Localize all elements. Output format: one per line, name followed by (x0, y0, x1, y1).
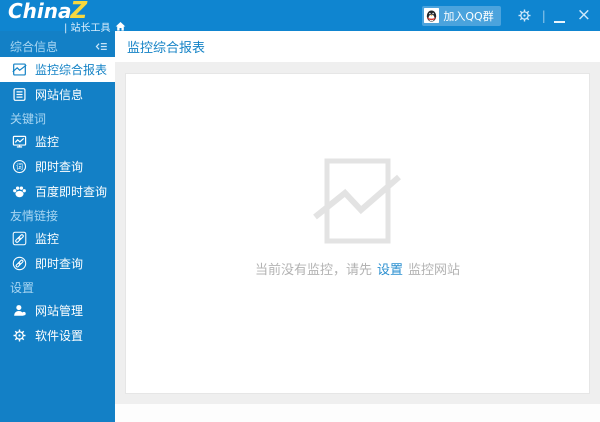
sidebar-item-baidu-query[interactable]: 百度即时查询 (0, 179, 115, 204)
minimize-button[interactable] (553, 9, 577, 23)
empty-hint-text: 当前没有监控，请先 设置 监控网站 (255, 259, 460, 278)
sidebar-item-label: 监控综合报表 (35, 63, 108, 77)
window-body: 综合信息 监控综合报表 网站信息 关键词 监控 词 即时查询 百度即时查询 友情… (0, 31, 600, 422)
join-qq-group-label: 加入QQ群 (443, 9, 494, 23)
sidebar-section-keywords: 关键词 (0, 107, 115, 129)
setup-link[interactable]: 设置 (377, 263, 403, 278)
word-circle-icon: 词 (12, 159, 27, 174)
sidebar-item-label: 即时查询 (35, 257, 84, 271)
document-icon (12, 87, 27, 102)
sidebar-item-keyword-monitor[interactable]: 监控 (0, 129, 115, 154)
chart-icon (12, 62, 27, 77)
main-area: 监控综合报表 当前没有监控，请先 设置 监控网站 (115, 31, 600, 422)
sidebar-item-site-info[interactable]: 网站信息 (0, 82, 115, 107)
sidebar-item-link-monitor[interactable]: 监控 (0, 226, 115, 251)
titlebar: ChinaZ | 站长工具 加入QQ群 | × (0, 0, 600, 34)
sidebar-section-settings: 设置 (0, 276, 115, 298)
status-bar (115, 404, 600, 422)
empty-state: 当前没有监控，请先 设置 监控网站 (255, 155, 460, 278)
sidebar-item-label: 网站信息 (35, 88, 84, 102)
sidebar-item-label: 百度即时查询 (35, 185, 108, 199)
section-label: 设置 (10, 280, 35, 295)
section-label: 友情链接 (10, 208, 59, 223)
sidebar-item-software-settings[interactable]: 软件设置 (0, 323, 115, 348)
section-label: 关键词 (10, 111, 47, 126)
content-area: 当前没有监控，请先 设置 监控网站 (115, 62, 600, 404)
chart-placeholder-icon (311, 155, 403, 247)
close-button[interactable]: × (577, 7, 591, 24)
sidebar-item-label: 监控 (35, 135, 60, 149)
sidebar-section-general: 综合信息 (0, 35, 115, 57)
home-icon[interactable] (115, 21, 126, 32)
sidebar-item-label: 软件设置 (35, 329, 84, 343)
sidebar-section-friend-links: 友情链接 (0, 204, 115, 226)
titlebar-controls: 加入QQ群 | × (422, 0, 591, 31)
subtitle-label: | 站长工具 (64, 23, 111, 34)
sidebar: 综合信息 监控综合报表 网站信息 关键词 监控 词 即时查询 百度即时查询 友情… (0, 31, 115, 422)
link-square-icon (12, 231, 27, 246)
monitor-icon (12, 134, 27, 149)
user-icon (12, 303, 27, 318)
page-title: 监控综合报表 (127, 41, 206, 56)
logo-text-china: China (8, 0, 72, 23)
titlebar-separator: | (541, 8, 546, 23)
join-qq-group-button[interactable]: 加入QQ群 (422, 5, 501, 26)
hint-before: 当前没有监控，请先 (254, 263, 372, 278)
sidebar-item-label: 网站管理 (35, 304, 84, 318)
sidebar-item-link-query[interactable]: 即时查询 (0, 251, 115, 276)
report-panel: 当前没有监控，请先 设置 监控网站 (125, 73, 590, 394)
gear-icon (12, 328, 27, 343)
svg-text:词: 词 (16, 162, 23, 171)
sidebar-item-label: 监控 (35, 232, 60, 246)
page-title-bar: 监控综合报表 (115, 31, 600, 62)
sidebar-collapse-icon[interactable] (95, 40, 108, 53)
qq-penguin-avatar (424, 8, 440, 23)
sidebar-item-monitor-report[interactable]: 监控综合报表 (0, 57, 115, 82)
sidebar-item-site-management[interactable]: 网站管理 (0, 298, 115, 323)
sidebar-item-keyword-query[interactable]: 词 即时查询 (0, 154, 115, 179)
minimize-icon (553, 9, 565, 23)
settings-gear-icon[interactable] (517, 8, 532, 23)
section-label: 综合信息 (10, 39, 59, 54)
link-circle-icon (12, 256, 27, 271)
hint-after: 监控网站 (408, 263, 461, 278)
app-subtitle: | 站长工具 (64, 19, 126, 34)
baidu-paw-icon (12, 184, 27, 199)
sidebar-item-label: 即时查询 (35, 160, 84, 174)
app-window: ChinaZ | 站长工具 加入QQ群 | × 综合信息 监控综合报表 网站信息… (0, 0, 600, 422)
